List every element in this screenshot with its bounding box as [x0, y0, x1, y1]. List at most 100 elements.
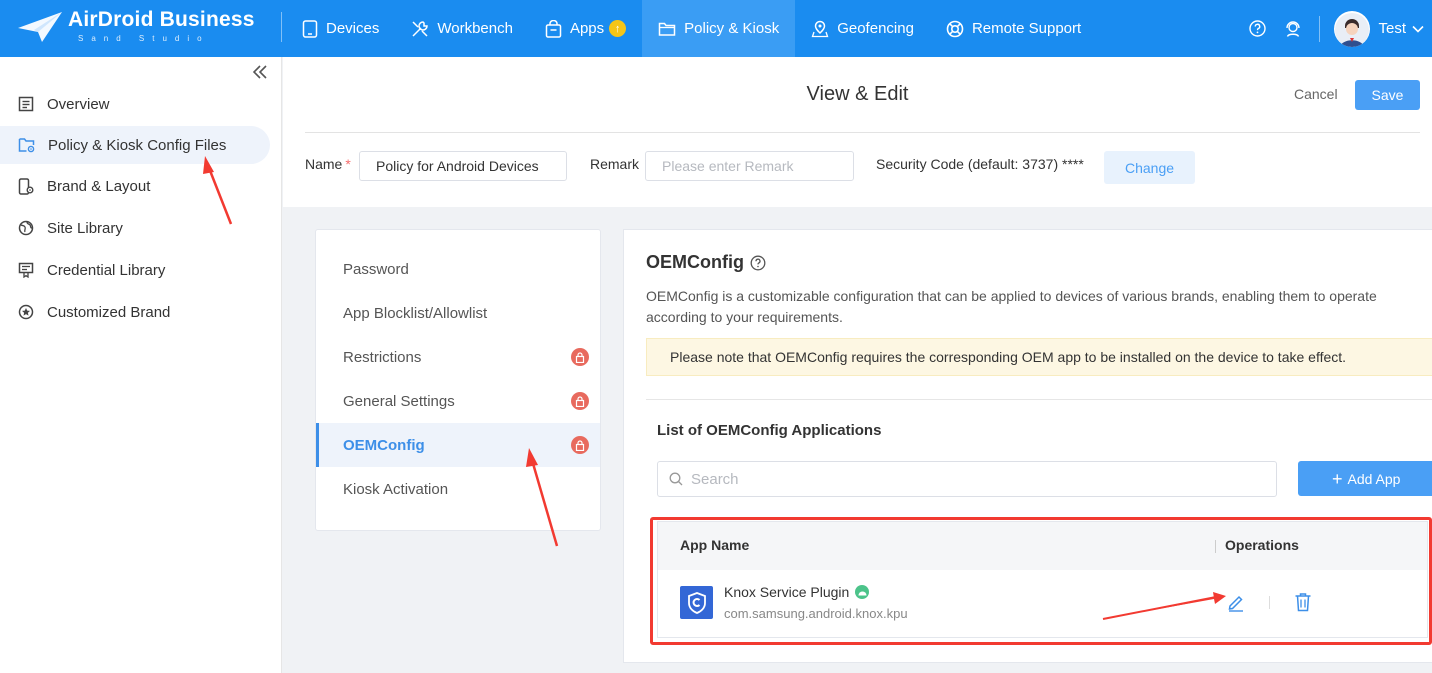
support-agent-icon[interactable] [1283, 19, 1303, 39]
globe-icon [18, 220, 34, 236]
search-box[interactable] [657, 461, 1277, 497]
menu-item-label: OEMConfig [343, 436, 425, 454]
remark-label: Remark [590, 156, 640, 172]
page-title: View & Edit [806, 83, 909, 105]
menu-item-label: Kiosk Activation [343, 480, 449, 498]
menu-item-label: Restrictions [343, 348, 422, 366]
certificate-icon [18, 262, 34, 278]
edit-icon[interactable] [1226, 592, 1246, 615]
sidebar-item-label: Overview [47, 95, 110, 113]
sidebar-item-brand-layout[interactable]: Brand & Layout [0, 167, 270, 205]
avatar[interactable] [1334, 10, 1371, 47]
operation-separator [1269, 596, 1270, 609]
nav-policy-kiosk[interactable]: Policy & Kiosk [642, 0, 796, 57]
help-circle-icon[interactable] [750, 255, 766, 271]
menu-item-app-blocklist[interactable]: App Blocklist/Allowlist [316, 291, 600, 335]
star-circle-icon [18, 304, 34, 320]
menu-item-password[interactable]: Password [316, 247, 600, 291]
nav-geofencing-label: Geofencing [837, 20, 914, 37]
menu-item-restrictions[interactable]: Restrictions [316, 335, 600, 379]
folder-gear-icon [18, 138, 35, 153]
oemconfig-app-table: App Name Operations Knox Service Plugin … [657, 521, 1428, 638]
tools-icon [412, 20, 429, 37]
menu-item-oemconfig[interactable]: OEMConfig [316, 423, 600, 467]
apps-bag-icon [545, 19, 562, 38]
add-app-button[interactable]: + Add App [1298, 461, 1432, 496]
search-input[interactable] [691, 470, 1251, 488]
top-separator [1319, 15, 1321, 42]
collapse-sidebar-icon[interactable] [252, 63, 268, 84]
save-button[interactable]: Save [1355, 80, 1420, 110]
remark-input[interactable]: Please enter Remark [645, 151, 854, 181]
top-divider [281, 12, 282, 42]
user-name[interactable]: Test [1378, 20, 1406, 37]
name-label-text: Name [305, 156, 343, 172]
menu-item-label: App Blocklist/Allowlist [343, 304, 488, 322]
sidebar-item-label: Customized Brand [47, 303, 171, 321]
update-badge: ↑ [609, 20, 627, 37]
tablet-icon [302, 19, 318, 38]
chevron-down-icon[interactable] [1412, 25, 1424, 33]
name-input[interactable]: Policy for Android Devices [359, 151, 567, 181]
top-right-tools: Test [1247, 0, 1432, 57]
phone-gear-icon [18, 177, 34, 195]
sidebar-item-label: Credential Library [47, 261, 166, 279]
lifebuoy-icon [946, 20, 964, 37]
col-operations: Operations [1225, 537, 1299, 553]
nav-workbench-label: Workbench [437, 20, 513, 37]
app-list-title: List of OEMConfig Applications [657, 422, 882, 439]
oemconfig-notice: Please note that OEMConfig requires the … [646, 338, 1432, 376]
app-name-text: Knox Service Plugin [724, 584, 850, 600]
header-divider [305, 132, 1420, 133]
logo-text: AirDroid Business [68, 8, 255, 31]
map-pin-icon [811, 20, 829, 37]
lock-icon [571, 348, 589, 366]
nav-policy-kiosk-label: Policy & Kiosk [684, 20, 780, 37]
airdroid-logo[interactable]: AirDroid Business Sand Studio [16, 8, 256, 48]
oemconfig-title: OEMConfig [646, 252, 766, 273]
sidebar-item-label: Site Library [47, 219, 123, 237]
search-icon [669, 472, 683, 486]
list-icon [18, 96, 34, 112]
oemconfig-title-text: OEMConfig [646, 252, 744, 272]
policy-config-menu: Password App Blocklist/Allowlist Restric… [315, 229, 601, 531]
app-name: Knox Service Plugin [724, 584, 870, 600]
top-navigation-bar: AirDroid Business Sand Studio Devices Wo… [0, 0, 1432, 57]
help-icon[interactable] [1247, 19, 1267, 39]
menu-item-kiosk-activation[interactable]: Kiosk Activation [316, 467, 600, 511]
sidebar-item-policy-kiosk-config[interactable]: Policy & Kiosk Config Files [0, 126, 270, 164]
nav-geofencing[interactable]: Geofencing [795, 0, 930, 57]
oemconfig-divider [646, 399, 1432, 400]
edit-header-panel: View & Edit Cancel Save Name * Policy for… [283, 57, 1432, 207]
menu-item-general-settings[interactable]: General Settings [316, 379, 600, 423]
add-app-label: Add App [1347, 470, 1401, 487]
oemconfig-description: OEMConfig is a customizable configuratio… [646, 288, 1377, 325]
sidebar-item-credential-library[interactable]: Credential Library [0, 251, 270, 289]
app-package-name: com.samsung.android.knox.kpu [724, 606, 908, 621]
sidebar-item-label: Brand & Layout [47, 177, 151, 195]
column-separator [1215, 540, 1216, 553]
required-mark: * [345, 156, 351, 172]
nav-remote-support-label: Remote Support [971, 20, 1082, 37]
nav-workbench[interactable]: Workbench [395, 0, 529, 57]
oemconfig-panel: OEMConfig OEMConfig is a customizable co… [623, 229, 1432, 663]
menu-item-label: Password [343, 260, 409, 278]
sidebar-item-site-library[interactable]: Site Library [0, 209, 270, 247]
trash-icon[interactable] [1294, 592, 1312, 615]
lock-icon [571, 436, 589, 454]
cancel-button[interactable]: Cancel [1294, 86, 1338, 102]
folder-icon [658, 22, 676, 36]
plus-icon: + [1332, 468, 1343, 489]
main-nav: Devices Workbench Apps ↑ Policy & Kiosk … [286, 0, 1097, 57]
user-avatar-icon [1335, 12, 1370, 47]
nav-apps[interactable]: Apps ↑ [529, 0, 642, 57]
change-security-code-button[interactable]: Change [1104, 151, 1195, 184]
sidebar-item-customized-brand[interactable]: Customized Brand [0, 293, 270, 331]
sidebar-item-overview[interactable]: Overview [0, 85, 270, 123]
paper-plane-logo-icon [18, 12, 62, 42]
nav-devices[interactable]: Devices [286, 0, 395, 57]
name-label: Name * [305, 156, 351, 172]
nav-remote-support[interactable]: Remote Support [930, 0, 1097, 57]
android-icon [855, 585, 870, 599]
knox-shield-icon [680, 586, 713, 619]
